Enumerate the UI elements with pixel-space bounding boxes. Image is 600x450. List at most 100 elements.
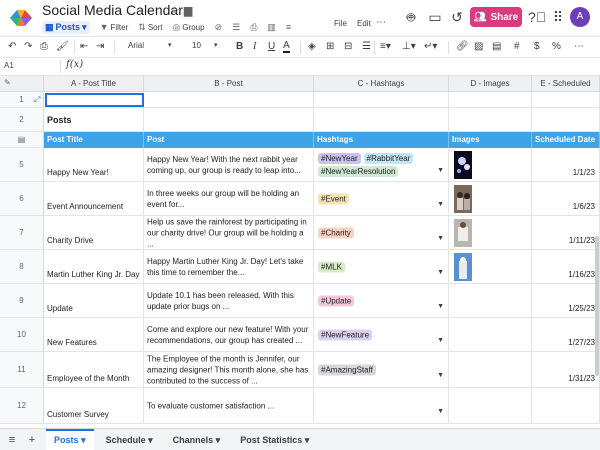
align-right-icon[interactable]: ⇥: [96, 41, 104, 52]
cell-post[interactable]: Happy New Year! With the next rabbit yea…: [144, 148, 314, 182]
cell-hashtags[interactable]: #Event ▼: [314, 182, 449, 216]
tab-schedule[interactable]: Schedule ▾: [98, 429, 161, 450]
hashtag-chip[interactable]: #Update: [318, 295, 355, 306]
cell-post[interactable]: To evaluate customer satisfaction ...: [144, 388, 314, 424]
hide-icon[interactable]: ⊘: [215, 22, 223, 33]
currency-button[interactable]: $: [534, 41, 540, 52]
document-title[interactable]: Social Media Calendar: [42, 2, 183, 18]
cell-post-title[interactable]: Martin Luther King Jr. Day: [44, 250, 144, 284]
row-number[interactable]: 12: [0, 388, 44, 424]
dropdown-arrow-icon[interactable]: ▼: [437, 337, 444, 344]
cell-post[interactable]: Come and explore our new feature! With y…: [144, 318, 314, 352]
fill-color-icon[interactable]: ◈: [308, 41, 316, 52]
list-view-icon[interactable]: ≡: [286, 22, 291, 32]
cell-post-title[interactable]: Employee of the Month: [44, 352, 144, 388]
cell-scheduled-date[interactable]: 1/16/23: [532, 250, 600, 284]
comment-add-icon[interactable]: ▤: [492, 41, 501, 52]
cell-post[interactable]: The Employee of the month is Jennifer, o…: [144, 352, 314, 388]
bot-icon[interactable]: 🤖︎: [402, 8, 420, 26]
cell-images[interactable]: [449, 318, 532, 352]
cell-post-title[interactable]: Happy New Year!: [44, 148, 144, 182]
redo-icon[interactable]: ↷: [24, 41, 32, 52]
align-horizontal-icon[interactable]: ≡▾: [380, 41, 391, 52]
cell-post[interactable]: In three weeks our group will be holding…: [144, 182, 314, 216]
cell-images[interactable]: [449, 250, 532, 284]
cell-post-title[interactable]: Charity Drive: [44, 216, 144, 250]
dropdown-arrow-icon[interactable]: ▼: [437, 167, 444, 174]
row-number[interactable]: 5: [0, 148, 44, 182]
share-button[interactable]: 👥︎ Share: [470, 7, 522, 27]
cell-images[interactable]: [449, 352, 532, 388]
cell-scheduled-date[interactable]: 1/6/23: [532, 182, 600, 216]
help-icon[interactable]: ?⃝: [528, 8, 546, 26]
folder-icon[interactable]: ▆: [184, 5, 196, 17]
table-header-images[interactable]: Images: [449, 132, 532, 148]
italic-button[interactable]: I: [253, 41, 256, 52]
row-number[interactable]: 9: [0, 284, 44, 318]
all-sheets-icon[interactable]: ≡: [2, 434, 22, 446]
bold-button[interactable]: B: [236, 41, 243, 52]
row-number[interactable]: 2: [0, 108, 44, 132]
hashtag-chip[interactable]: #MLK: [318, 261, 345, 272]
dropdown-arrow-icon[interactable]: ▼: [437, 408, 444, 415]
cell-images[interactable]: [449, 182, 532, 216]
cell-hashtags[interactable]: #Charity ▼: [314, 216, 449, 250]
cell-scheduled-date[interactable]: [532, 388, 600, 424]
expand-icon[interactable]: ⤢: [34, 95, 40, 105]
number-format-icon[interactable]: #: [514, 41, 520, 52]
more-format-icon[interactable]: ⋯: [574, 41, 584, 52]
column-header-e[interactable]: E - Scheduled: [532, 76, 600, 92]
hashtag-chip[interactable]: #NewFeature: [318, 329, 373, 340]
add-sheet-icon[interactable]: +: [22, 434, 42, 446]
cell-scheduled-date[interactable]: 1/27/23: [532, 318, 600, 352]
cell-b2[interactable]: [144, 108, 314, 132]
hashtag-chip[interactable]: #RabbitYear: [363, 152, 414, 164]
cell-post-title[interactable]: Event Announcement: [44, 182, 144, 216]
avatar[interactable]: A: [570, 7, 590, 27]
cell-post[interactable]: Update 10.1 has been released. With this…: [144, 284, 314, 318]
chevron-down-icon[interactable]: ▾: [168, 41, 172, 49]
link-icon[interactable]: 🔗︎: [456, 41, 469, 52]
cell-e1[interactable]: [532, 92, 600, 108]
cell-reference[interactable]: A1: [4, 61, 14, 70]
row-number[interactable]: 10: [0, 318, 44, 352]
column-header-c[interactable]: C - Hashtags: [314, 76, 449, 92]
cell-c2[interactable]: [314, 108, 449, 132]
row-number[interactable]: ▤: [0, 132, 44, 148]
post-image-thumbnail[interactable]: [454, 151, 472, 181]
tab-posts[interactable]: Posts ▾: [46, 428, 94, 450]
text-wrap-icon[interactable]: ↵▾: [424, 41, 437, 52]
cell-hashtags[interactable]: #NewYear #RabbitYear #NewYearResolution ▼: [314, 148, 449, 182]
filter-button[interactable]: ▼ Filter: [100, 22, 129, 32]
cell-d2[interactable]: [449, 108, 532, 132]
cell-images[interactable]: [449, 216, 532, 250]
dropdown-arrow-icon[interactable]: ▼: [437, 372, 444, 379]
row-number[interactable]: 7: [0, 216, 44, 250]
table-header-post[interactable]: Post: [144, 132, 314, 148]
align-left-icon[interactable]: ⇤: [80, 41, 88, 52]
cell-scheduled-date[interactable]: 1/1/23: [532, 148, 600, 182]
cell-scheduled-date[interactable]: 1/25/23: [532, 284, 600, 318]
history-icon[interactable]: ↺: [448, 8, 466, 26]
paint-format-icon[interactable]: 🖌︎: [56, 41, 69, 52]
cell-images[interactable]: [449, 148, 532, 182]
row-number[interactable]: 11: [0, 352, 44, 388]
table-header-hashtags[interactable]: Hashtags: [314, 132, 449, 148]
undo-icon[interactable]: ↶: [8, 41, 16, 52]
row-number[interactable]: 8: [0, 250, 44, 284]
row-height-icon[interactable]: ☰: [232, 22, 240, 33]
cell-b1[interactable]: [144, 92, 314, 108]
dropdown-arrow-icon[interactable]: ▼: [437, 235, 444, 242]
vertical-scrollbar[interactable]: [595, 236, 599, 376]
chevron-down-icon[interactable]: ▾: [214, 41, 218, 49]
wrap-icon[interactable]: ☰: [362, 41, 371, 52]
table-header-scheduled-date[interactable]: Scheduled Date: [532, 132, 600, 148]
menu-file[interactable]: File: [334, 19, 347, 28]
group-button[interactable]: ◎ Group: [172, 22, 204, 33]
post-image-thumbnail[interactable]: [454, 219, 472, 249]
cell-hashtags[interactable]: #AmazingStaff ▼: [314, 352, 449, 388]
row-number[interactable]: 6: [0, 182, 44, 216]
cell-c1[interactable]: [314, 92, 449, 108]
print-icon[interactable]: ⎙: [40, 41, 48, 52]
cell-scheduled-date[interactable]: 1/11/23: [532, 216, 600, 250]
